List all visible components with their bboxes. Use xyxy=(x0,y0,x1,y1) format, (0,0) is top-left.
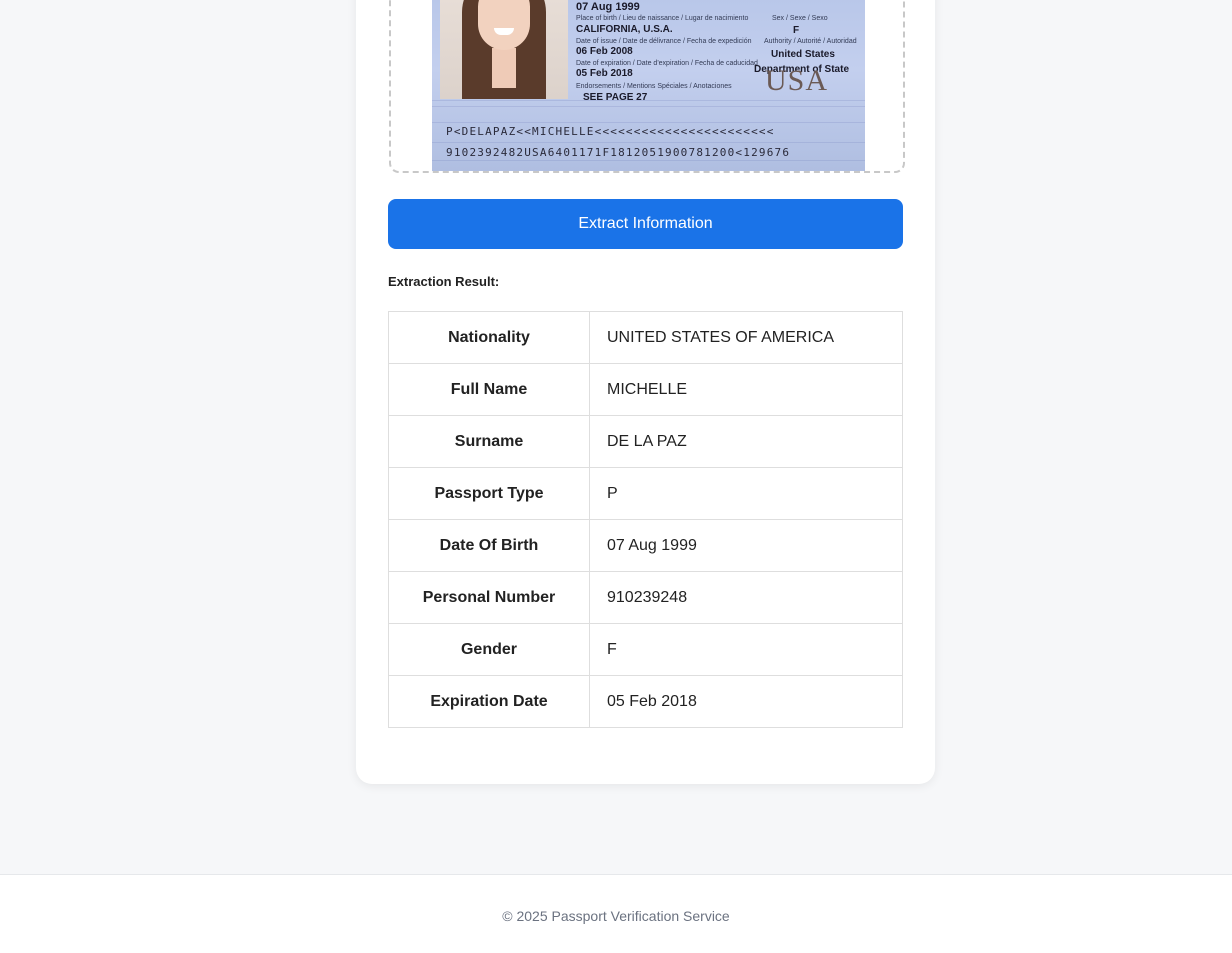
table-row: Passport Type P xyxy=(388,467,903,520)
passport-country-mark: USA xyxy=(765,64,829,97)
row-label-full-name: Full Name xyxy=(388,363,590,416)
table-row: Full Name MICHELLE xyxy=(388,363,903,416)
footer-copyright: © 2025 Passport Verification Service xyxy=(502,908,730,924)
passport-upload-dropzone[interactable]: 07 Aug 1999 Place of birth / Lieu de nai… xyxy=(389,0,905,173)
extract-information-button[interactable]: Extract Information xyxy=(388,199,903,249)
passport-pob: CALIFORNIA, U.S.A. xyxy=(576,24,673,35)
passport-authority-line1: United States xyxy=(771,49,835,60)
table-row: Date Of Birth 07 Aug 1999 xyxy=(388,519,903,572)
passport-dob: 07 Aug 1999 xyxy=(576,1,640,13)
row-value-personal-number: 910239248 xyxy=(589,571,903,624)
row-value-date-of-birth: 07 Aug 1999 xyxy=(589,519,903,572)
extraction-result-heading: Extraction Result: xyxy=(388,274,500,289)
table-row: Expiration Date 05 Feb 2018 xyxy=(388,675,903,728)
table-row: Surname DE LA PAZ xyxy=(388,415,903,468)
row-value-full-name: MICHELLE xyxy=(589,363,903,416)
row-value-gender: F xyxy=(589,623,903,676)
row-label-personal-number: Personal Number xyxy=(388,571,590,624)
passport-mrz-line2: 9102392482USA6401171F1812051900781200<12… xyxy=(446,146,791,159)
passport-sex-label: Sex / Sexe / Sexo xyxy=(772,15,828,22)
row-label-nationality: Nationality xyxy=(388,311,590,364)
passport-authority-label: Authority / Autorité / Autoridad xyxy=(764,38,857,45)
passport-endorsements-label: Endorsements / Mentions Spéciales / Anot… xyxy=(576,83,732,90)
passport-sex: F xyxy=(793,25,800,36)
extraction-result-table: Nationality UNITED STATES OF AMERICA Ful… xyxy=(388,311,903,728)
page-footer: © 2025 Passport Verification Service xyxy=(0,874,1232,953)
row-label-expiration-date: Expiration Date xyxy=(388,675,590,728)
passport-expiration-date: 05 Feb 2018 xyxy=(576,68,633,79)
passport-mrz-line1: P<DELAPAZ<<MICHELLE<<<<<<<<<<<<<<<<<<<<<… xyxy=(446,125,775,138)
row-label-surname: Surname xyxy=(388,415,590,468)
table-row: Gender F xyxy=(388,623,903,676)
row-value-passport-type: P xyxy=(589,467,903,520)
passport-pob-label: Place of birth / Lieu de naissance / Lug… xyxy=(576,15,749,22)
passport-issue-label: Date of issue / Date de délivrance / Fec… xyxy=(576,38,752,45)
passport-endorsements: SEE PAGE 27 xyxy=(583,92,648,103)
row-value-expiration-date: 05 Feb 2018 xyxy=(589,675,903,728)
table-row: Nationality UNITED STATES OF AMERICA xyxy=(388,311,903,364)
row-label-gender: Gender xyxy=(388,623,590,676)
row-label-date-of-birth: Date Of Birth xyxy=(388,519,590,572)
passport-issue-date: 06 Feb 2008 xyxy=(576,46,633,57)
row-value-nationality: UNITED STATES OF AMERICA xyxy=(589,311,903,364)
passport-photo xyxy=(440,0,568,99)
passport-expiration-label: Date of expiration / Date d'expiration /… xyxy=(576,60,758,67)
row-label-passport-type: Passport Type xyxy=(388,467,590,520)
row-value-surname: DE LA PAZ xyxy=(589,415,903,468)
passport-image: 07 Aug 1999 Place of birth / Lieu de nai… xyxy=(432,0,865,171)
table-row: Personal Number 910239248 xyxy=(388,571,903,624)
